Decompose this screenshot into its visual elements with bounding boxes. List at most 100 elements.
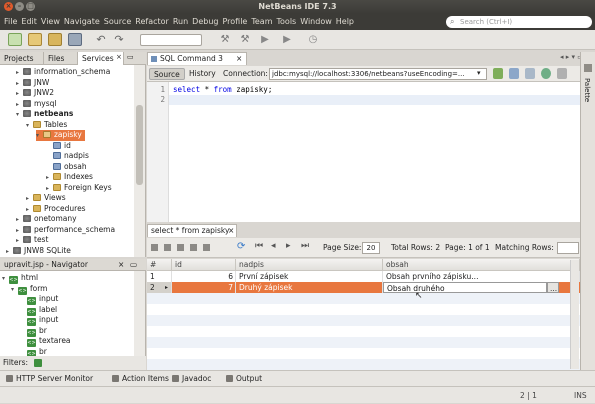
insert-record-icon[interactable]	[151, 244, 158, 251]
debug-icon[interactable]: ▶	[280, 33, 294, 46]
column-header-nadpis[interactable]: nadpis	[236, 259, 383, 271]
keep-prior-tabs-icon[interactable]	[557, 68, 567, 79]
profile-icon[interactable]: ◷	[306, 33, 320, 46]
tree-scrollbar-thumb[interactable]	[136, 105, 143, 185]
close-tab-icon[interactable]: ×	[116, 53, 122, 61]
matching-rows-input[interactable]	[557, 242, 579, 254]
menu-refactor[interactable]: Refactor	[133, 14, 171, 30]
undo-icon[interactable]: ↶	[94, 33, 108, 46]
source-button[interactable]: Source	[149, 68, 185, 80]
expanded-arrow-icon[interactable]: ▾	[36, 131, 43, 142]
palette-icon[interactable]	[584, 64, 592, 72]
tab-http-server-monitor[interactable]: HTTP Server Monitor	[6, 371, 93, 387]
tree-item[interactable]: ▸ Views	[26, 193, 66, 204]
minimize-window-icon[interactable]: –	[15, 2, 24, 11]
table-row[interactable]: 1 6 První zápisek Obsah prvního zápisku.…	[147, 271, 580, 282]
tab-files[interactable]: Files	[44, 52, 78, 65]
select-connection-icon[interactable]	[525, 68, 535, 79]
run-sql-icon[interactable]	[493, 68, 503, 79]
tab-output[interactable]: Output	[226, 371, 262, 387]
build-icon[interactable]: ⚒	[218, 33, 232, 46]
navigator-item[interactable]: <> br	[20, 347, 47, 356]
collapsed-arrow-icon[interactable]: ▸	[6, 247, 13, 258]
close-window-icon[interactable]: ×	[4, 2, 13, 11]
tree-item[interactable]: id	[46, 141, 71, 152]
menu-edit[interactable]: Edit	[19, 14, 39, 30]
menu-debug[interactable]: Debug	[190, 14, 220, 30]
tree-item[interactable]: ▸ JNW2	[16, 88, 54, 99]
column-header-id[interactable]: id	[172, 259, 236, 271]
refresh-icon[interactable]: ⟳	[237, 241, 245, 252]
tab-sql-command[interactable]: SQL Command 3 ×	[147, 52, 247, 65]
navigator-item[interactable]: ▾ <> html	[2, 273, 38, 284]
redo-icon[interactable]: ↷	[112, 33, 126, 46]
tree-item[interactable]: ▸ onetomany	[16, 214, 77, 225]
tree-item[interactable]: ▾ Tables	[26, 120, 67, 131]
obsah-cell-editor[interactable]: Obsah druhého	[383, 282, 547, 293]
open-project-icon[interactable]	[48, 33, 62, 46]
tree-item[interactable]: obsah	[46, 162, 87, 173]
navigator-item[interactable]: <> textarea	[20, 336, 71, 347]
navigator-item[interactable]: <> input	[20, 315, 58, 326]
tab-projects[interactable]: Projects	[0, 52, 44, 65]
tree-item[interactable]: ▸ Indexes	[46, 172, 93, 183]
tree-item[interactable]: ▸ mysql	[16, 99, 57, 110]
menu-file[interactable]: File	[2, 14, 19, 30]
expanded-arrow-icon[interactable]: ▾	[26, 121, 33, 132]
menu-profile[interactable]: Profile	[220, 14, 249, 30]
navigator-item[interactable]: <> input	[20, 294, 58, 305]
tree-item[interactable]: ▸ JNW	[16, 78, 49, 89]
search-input[interactable]: Search (Ctrl+I)	[446, 16, 592, 28]
tree-item[interactable]: ▸ information_schema	[16, 67, 110, 78]
results-scrollbar[interactable]	[570, 260, 579, 369]
close-editor-tab-icon[interactable]: ×	[236, 53, 242, 65]
first-page-icon[interactable]: ⏮	[255, 241, 263, 251]
tree-scrollbar[interactable]	[134, 65, 145, 257]
navigator-item[interactable]: ▾ <> form	[11, 284, 48, 295]
menu-view[interactable]: View	[39, 14, 62, 30]
save-all-icon[interactable]	[68, 33, 82, 46]
expanded-arrow-icon[interactable]: ▾	[2, 274, 9, 285]
id-cell[interactable]: 6	[172, 271, 236, 282]
filter-icon[interactable]	[34, 359, 42, 367]
cell-edit-ellipsis-button[interactable]: ...	[547, 282, 559, 293]
obsah-cell[interactable]: Obsah prvního zápisku...	[383, 271, 580, 282]
page-size-input[interactable]: 20	[362, 242, 380, 254]
tree-item[interactable]: ▾ netbeans	[16, 109, 73, 120]
tab-action-items[interactable]: Action Items	[112, 371, 169, 387]
tree-item[interactable]: ▾ zapisky	[36, 130, 85, 141]
table-row-selected[interactable]: 2 ▸ 7 Druhý zápisek Obsah druhého ...	[147, 282, 580, 293]
sql-code[interactable]: select * from zapisky;	[173, 85, 272, 95]
expanded-arrow-icon[interactable]: ▾	[11, 285, 18, 296]
tree-item[interactable]: ▸ performance_schema	[16, 225, 115, 236]
run-statement-icon[interactable]	[509, 68, 519, 79]
tree-item[interactable]: ▸ Procedures	[26, 204, 86, 215]
sql-history-icon[interactable]	[541, 68, 551, 79]
column-header-obsah[interactable]: obsah	[383, 259, 580, 271]
navigator-item[interactable]: <> br	[20, 326, 47, 337]
sql-editor[interactable]: 1 2 select * from zapisky;	[147, 82, 580, 222]
column-header-num[interactable]: #	[147, 259, 172, 271]
minimize-navigator-icon[interactable]: ▭	[130, 259, 137, 271]
menu-window[interactable]: Window	[298, 14, 334, 30]
tree-item[interactable]: ▸ Foreign Keys	[46, 183, 112, 194]
nadpis-cell[interactable]: První zápisek	[236, 271, 383, 282]
menu-source[interactable]: Source	[102, 14, 133, 30]
menu-help[interactable]: Help	[334, 14, 356, 30]
tab-query-results[interactable]: select * from zapisky ×	[147, 224, 237, 237]
new-project-icon[interactable]	[28, 33, 42, 46]
history-button[interactable]: History	[185, 68, 220, 80]
tree-item[interactable]: ▸ JNW8 SQLite	[6, 246, 71, 257]
nadpis-cell[interactable]: Druhý zápisek	[236, 282, 383, 293]
menu-navigate[interactable]: Navigate	[62, 14, 102, 30]
menu-team[interactable]: Team	[249, 14, 274, 30]
minimize-panel-icon[interactable]: ▭	[127, 53, 134, 61]
last-page-icon[interactable]: ⏭	[301, 241, 309, 251]
run-icon[interactable]: ▶	[258, 33, 272, 46]
connection-dropdown-icon[interactable]: ▾	[477, 69, 481, 77]
close-navigator-icon[interactable]: ×	[118, 259, 124, 271]
expanded-arrow-icon[interactable]: ▾	[16, 110, 23, 121]
navigator-scrollbar[interactable]	[134, 271, 145, 356]
palette-tab[interactable]: Palette	[583, 78, 591, 102]
menu-run[interactable]: Run	[171, 14, 190, 30]
